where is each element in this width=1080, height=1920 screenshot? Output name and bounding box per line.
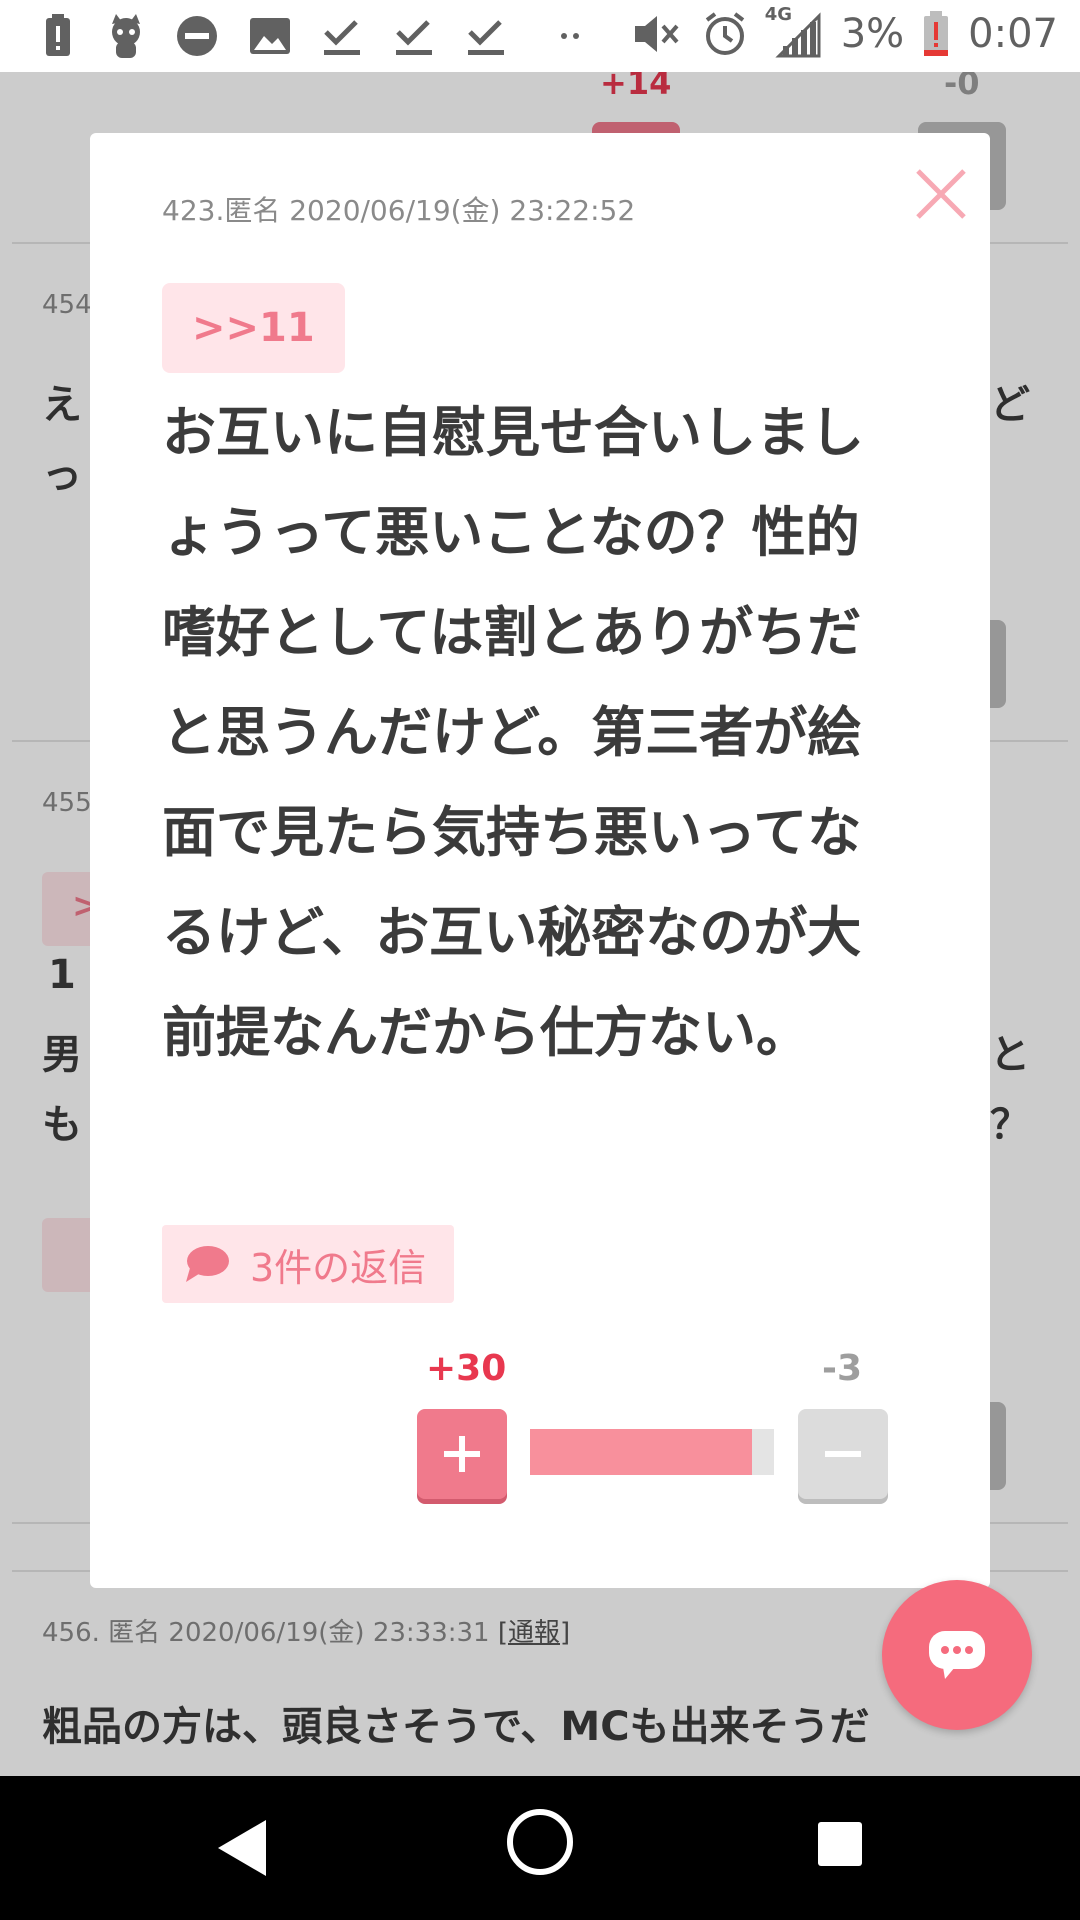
- signal-4g-icon: 4G: [765, 4, 823, 58]
- comment-body: お互いに自慰見せ合いしましょうって悪いことなの？性的嗜好としては割とありがちだと…: [162, 401, 864, 1064]
- battery-percent: 3%: [840, 11, 905, 57]
- do-not-disturb-icon: [177, 16, 217, 56]
- volume-mute-icon: [634, 16, 679, 52]
- home-icon[interactable]: [504, 1806, 576, 1878]
- download-done-icon: [324, 20, 360, 55]
- mascot-icon: [112, 14, 140, 58]
- battery-low-icon: [924, 11, 949, 56]
- alarm-icon: [705, 12, 744, 55]
- chat-fab-button[interactable]: [882, 1580, 1032, 1730]
- download-done-icon: [396, 20, 432, 55]
- close-icon[interactable]: [912, 165, 970, 223]
- plus-vote-button[interactable]: [417, 1409, 507, 1499]
- chat-bubble-icon: [929, 1631, 985, 1679]
- plus-icon: [444, 1436, 480, 1472]
- vote-ratio-fill: [530, 1429, 752, 1475]
- battery-alert-icon: [46, 14, 70, 56]
- comment-detail-modal: 423.匿名 2020/06/19(金) 23:22:52 >>11 お互いに自…: [90, 133, 990, 1588]
- replies-label: 3件の返信: [250, 1245, 427, 1290]
- minus-vote-button[interactable]: [798, 1409, 888, 1499]
- back-icon[interactable]: [214, 1816, 270, 1880]
- download-done-icon: [468, 20, 504, 55]
- more-dots-icon: [561, 33, 579, 39]
- status-bar: 4G 3% 0:07: [0, 0, 1080, 72]
- quote-anchor-link[interactable]: >>11: [162, 283, 345, 373]
- image-icon: [250, 18, 290, 54]
- replies-button[interactable]: 3件の返信: [162, 1225, 455, 1303]
- system-navigation-bar: [0, 1776, 1080, 1920]
- vote-minus-count: -3: [822, 1348, 862, 1389]
- clock: 0:07: [968, 11, 1058, 57]
- recents-icon[interactable]: [816, 1820, 864, 1868]
- minus-icon: [825, 1451, 861, 1457]
- vote-ratio-bar: [530, 1429, 774, 1475]
- vote-plus-count: +30: [426, 1348, 507, 1389]
- speech-bubble-icon: [186, 1246, 229, 1282]
- comment-meta: 423.匿名 2020/06/19(金) 23:22:52: [162, 194, 636, 227]
